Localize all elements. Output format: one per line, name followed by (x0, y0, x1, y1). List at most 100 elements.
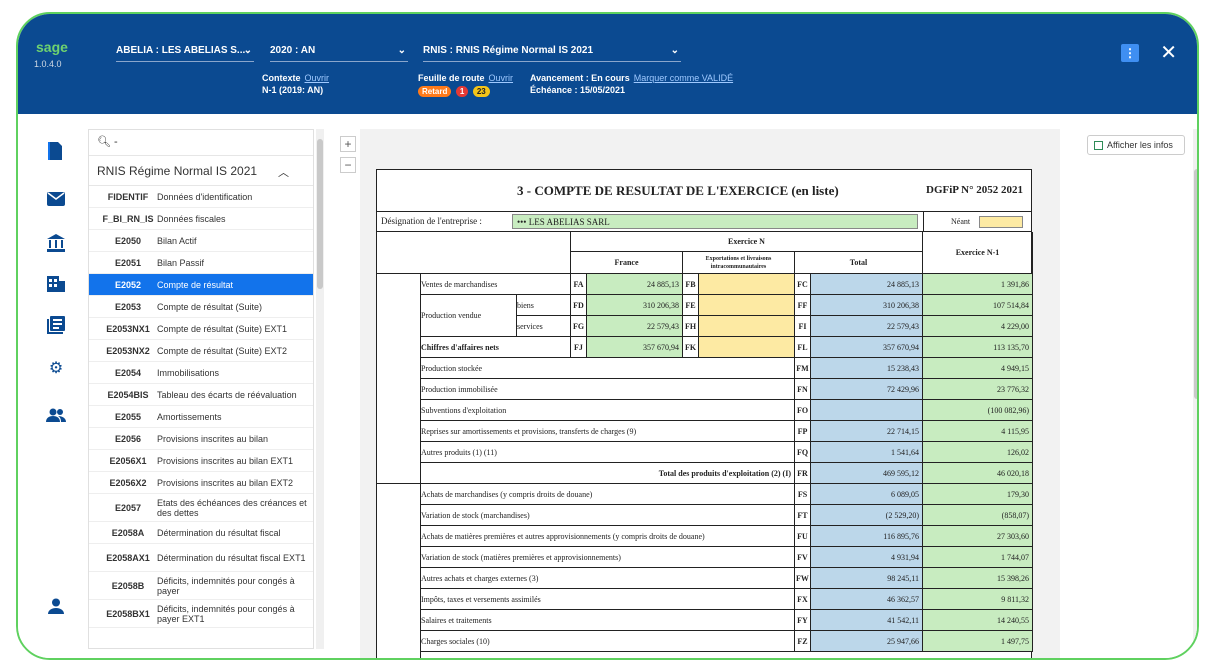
bank-icon[interactable] (46, 234, 66, 252)
total-value[interactable]: 15 238,43 (811, 358, 923, 379)
n1-value[interactable]: 9 811,32 (923, 589, 1033, 610)
sidebar-item-f_bi_rn_is[interactable]: F_BI_RN_IS Données fiscales (89, 208, 313, 230)
n1-value[interactable]: (858,07) (923, 505, 1033, 526)
n1-value[interactable]: 27 303,60 (923, 526, 1033, 547)
total-value[interactable]: 4 931,94 (811, 547, 923, 568)
sidebar-item-e2057[interactable]: E2057 Etats des échéances des créances et… (89, 494, 313, 522)
sidebar-item-e2058bx1[interactable]: E2058BX1 Déficits, indemnités pour congés… (89, 600, 313, 628)
n1-value[interactable]: 14 240,55 (923, 610, 1033, 631)
sidebar-item-fidentif[interactable]: FIDENTIF Données d'identification (89, 186, 313, 208)
france-value[interactable]: 22 579,43 (587, 316, 683, 337)
line-code: FR (795, 463, 811, 484)
liasse-select[interactable]: RNIS : RNIS Régime Normal IS 2021 ⌄ (423, 42, 681, 62)
sidebar-item-e2050[interactable]: E2050 Bilan Actif (89, 230, 313, 252)
export-value[interactable] (699, 274, 795, 295)
avancement-block: Avancement : En cours Marquer comme VALID… (530, 73, 734, 95)
sidebar-item-e2056x2[interactable]: E2056X2 Provisions inscrites au bilan EXT… (89, 472, 313, 494)
settings-gear-icon[interactable]: ⚙ (46, 360, 66, 378)
sidebar-item-e2051[interactable]: E2051 Bilan Passif (89, 252, 313, 274)
n1-value[interactable]: 1 497,75 (923, 631, 1033, 652)
row-label: Impôts, taxes et versements assimilés (421, 589, 795, 610)
sidebar-item-e2058b[interactable]: E2058B Déficits, indemnités pour congés à… (89, 572, 313, 600)
scroll-thumb[interactable] (317, 139, 323, 289)
total-value[interactable]: 469 595,12 (811, 463, 923, 484)
row-label: Autres produits (1) (11) (421, 442, 795, 463)
sidebar-item-e2054[interactable]: E2054 Immobilisations (89, 362, 313, 384)
show-infos-toggle[interactable]: Afficher les infos (1087, 135, 1185, 155)
scroll-thumb[interactable] (1194, 169, 1197, 399)
n1-value[interactable]: 1 744,07 (923, 547, 1033, 568)
france-value[interactable]: 24 885,13 (587, 274, 683, 295)
group-header[interactable]: RNIS Régime Normal IS 2021 ︿ (89, 156, 313, 186)
mark-validated-link[interactable]: Marquer comme VALIDÉ (634, 73, 733, 83)
total-value[interactable]: 357 670,94 (811, 337, 923, 358)
user-profile-icon[interactable] (46, 598, 66, 616)
building-icon[interactable] (46, 274, 66, 292)
export-value[interactable] (699, 337, 795, 358)
form-code: E2056 (114, 433, 142, 444)
france-value[interactable]: 310 206,38 (587, 295, 683, 316)
year-select[interactable]: 2020 : AN ⌄ (270, 42, 408, 62)
dossier-select[interactable]: ABELIA : LES ABELIAS S... ⌄ (116, 42, 254, 62)
search-field[interactable]: 🔍︎ - (89, 130, 313, 156)
total-value[interactable]: 310 206,38 (811, 295, 923, 316)
sidebar-item-e2053[interactable]: E2053 Compte de résultat (Suite) (89, 296, 313, 318)
n1-value[interactable]: 126,02 (923, 442, 1033, 463)
total-value[interactable]: 24 885,13 (811, 274, 923, 295)
n1-value[interactable]: 1 391,86 (923, 274, 1033, 295)
zoom-out-button[interactable]: − (340, 157, 356, 173)
n1-value[interactable]: 107 514,84 (923, 295, 1033, 316)
total-value[interactable]: 22 579,43 (811, 316, 923, 337)
kebab-menu-icon[interactable]: ⋮ (1121, 44, 1139, 62)
export-value[interactable] (699, 295, 795, 316)
total-value[interactable] (811, 400, 923, 421)
sidebar-item-e2053nx1[interactable]: E2053NX1 Compte de résultat (Suite) EXT1 (89, 318, 313, 340)
total-value[interactable]: 46 362,57 (811, 589, 923, 610)
total-value[interactable]: 22 714,15 (811, 421, 923, 442)
row-label: Salaires et traitements (421, 610, 795, 631)
nav-scrollbar[interactable] (316, 129, 324, 649)
sidebar-item-e2056x1[interactable]: E2056X1 Provisions inscrites au bilan EXT… (89, 450, 313, 472)
users-icon[interactable] (46, 408, 66, 426)
total-value[interactable]: (2 529,20) (811, 505, 923, 526)
n1-value[interactable]: 23 776,32 (923, 379, 1033, 400)
total-value[interactable]: 25 947,66 (811, 631, 923, 652)
total-value[interactable]: 1 541,64 (811, 442, 923, 463)
list-document-icon[interactable] (46, 316, 66, 334)
n1-value[interactable]: 113 135,70 (923, 337, 1033, 358)
sidebar-item-e2055[interactable]: E2055 Amortissements (89, 406, 313, 428)
neant-checkbox[interactable] (979, 216, 1023, 228)
total-value[interactable]: 98 245,11 (811, 568, 923, 589)
total-value[interactable]: 41 542,11 (811, 610, 923, 631)
n1-value[interactable]: 179,30 (923, 484, 1033, 505)
n1-value[interactable]: 4 115,95 (923, 421, 1033, 442)
feuille-open-link[interactable]: Ouvrir (489, 73, 514, 83)
document-icon[interactable] (46, 142, 66, 160)
n1-value[interactable]: (100 082,96) (923, 400, 1033, 421)
line-code: FY (795, 610, 811, 631)
form-label: Provisions inscrites au bilan EXT1 (157, 455, 294, 466)
n1-value[interactable]: 46 020,18 (923, 463, 1033, 484)
mail-icon[interactable] (46, 192, 66, 210)
close-icon[interactable]: ✕ (1160, 40, 1177, 65)
sidebar-item-e2058ax1[interactable]: E2058AX1 Détermination du résultat fiscal… (89, 544, 313, 572)
sidebar-item-e2053nx2[interactable]: E2053NX2 Compte de résultat (Suite) EXT2 (89, 340, 313, 362)
n1-value[interactable]: 15 398,26 (923, 568, 1033, 589)
n1-value[interactable]: 4 949,15 (923, 358, 1033, 379)
search-input[interactable]: - (114, 136, 118, 148)
export-value[interactable] (699, 316, 795, 337)
form-label: Compte de résultat (Suite) EXT1 (157, 323, 288, 334)
france-value[interactable]: 357 670,94 (587, 337, 683, 358)
n1-value[interactable]: 4 229,00 (923, 316, 1033, 337)
total-value[interactable]: 72 429,96 (811, 379, 923, 400)
sidebar-item-e2056[interactable]: E2056 Provisions inscrites au bilan (89, 428, 313, 450)
sidebar-item-e2054bis[interactable]: E2054BIS Tableau des écarts de réévaluati… (89, 384, 313, 406)
total-value[interactable]: 116 895,76 (811, 526, 923, 547)
sidebar-item-e2052[interactable]: E2052 Compte de résultat (89, 274, 313, 296)
zoom-in-button[interactable]: + (340, 136, 356, 152)
sidebar-item-e2058a[interactable]: E2058A Détermination du résultat fiscal (89, 522, 313, 544)
contexte-open-link[interactable]: Ouvrir (305, 73, 330, 83)
total-value[interactable]: 6 089,05 (811, 484, 923, 505)
document-scrollbar[interactable] (1193, 129, 1197, 658)
designation-field[interactable]: ••• LES ABELIAS SARL (512, 214, 918, 229)
